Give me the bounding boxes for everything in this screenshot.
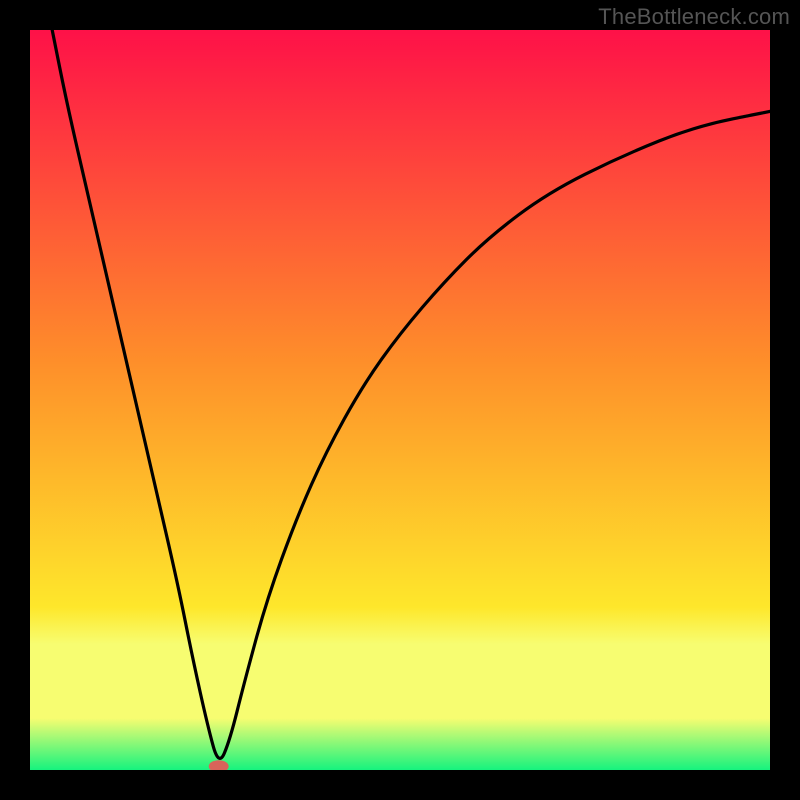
plot-area — [30, 30, 770, 770]
chart-svg — [30, 30, 770, 770]
watermark-text: TheBottleneck.com — [598, 4, 790, 30]
chart-container: TheBottleneck.com — [0, 0, 800, 800]
